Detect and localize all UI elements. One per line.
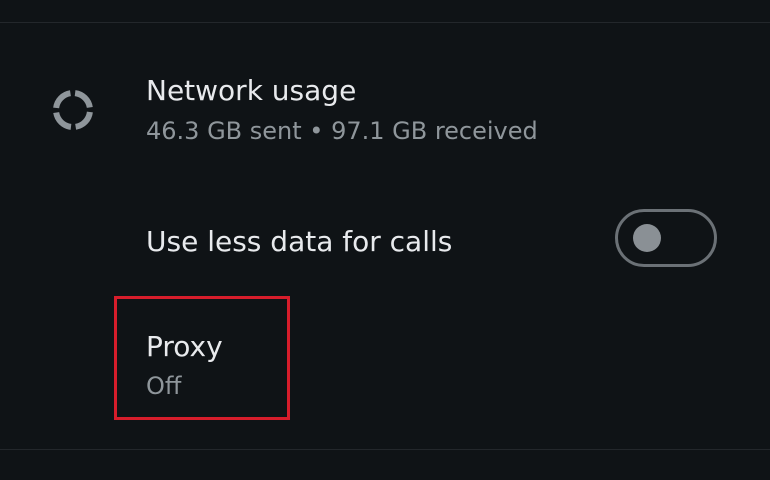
proxy-status: Off bbox=[146, 372, 182, 400]
top-divider bbox=[0, 22, 770, 23]
network-usage-title: Network usage bbox=[146, 74, 357, 107]
network-usage-item[interactable]: Network usage 46.3 GB sent • 97.1 GB rec… bbox=[0, 62, 770, 162]
bottom-divider bbox=[0, 449, 770, 450]
use-less-data-for-calls-label: Use less data for calls bbox=[146, 225, 453, 258]
network-usage-summary: 46.3 GB sent • 97.1 GB received bbox=[146, 117, 538, 145]
use-less-data-for-calls-toggle[interactable] bbox=[615, 209, 717, 267]
use-less-data-for-calls-item[interactable]: Use less data for calls bbox=[0, 200, 770, 284]
data-usage-ring-icon bbox=[53, 90, 93, 130]
proxy-item[interactable]: Proxy Off bbox=[0, 296, 770, 422]
toggle-knob bbox=[633, 224, 661, 252]
proxy-title: Proxy bbox=[146, 330, 223, 363]
